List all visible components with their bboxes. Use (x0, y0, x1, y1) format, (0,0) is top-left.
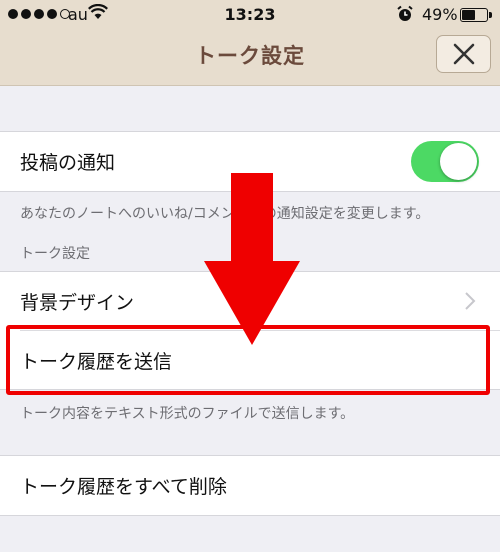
down-arrow-icon (204, 173, 300, 345)
page-title: トーク設定 (195, 44, 305, 68)
close-button[interactable] (436, 35, 491, 73)
chevron-right-icon (465, 292, 476, 310)
background-design-label: 背景デザイン (20, 291, 135, 314)
status-bar: au 13:23 49% (0, 0, 500, 30)
battery-icon (460, 8, 492, 22)
battery-percentage: 49% (422, 5, 458, 24)
section-header-talk: トーク設定 (20, 246, 90, 262)
notification-label: 投稿の通知 (20, 152, 116, 174)
close-icon (453, 43, 474, 65)
alarm-clock-icon (397, 5, 413, 21)
notification-toggle[interactable] (411, 141, 479, 182)
delete-all-history-label: トーク履歴をすべて削除 (20, 476, 227, 498)
delete-all-history-row[interactable]: トーク履歴をすべて削除 (0, 456, 500, 515)
delete-group: トーク履歴をすべて削除 (0, 455, 500, 516)
navigation-bar: au 13:23 49% トーク設定 (0, 0, 500, 86)
toggle-knob (440, 143, 477, 180)
send-history-description: トーク内容をテキスト形式のファイルで送信します。 (20, 406, 355, 422)
